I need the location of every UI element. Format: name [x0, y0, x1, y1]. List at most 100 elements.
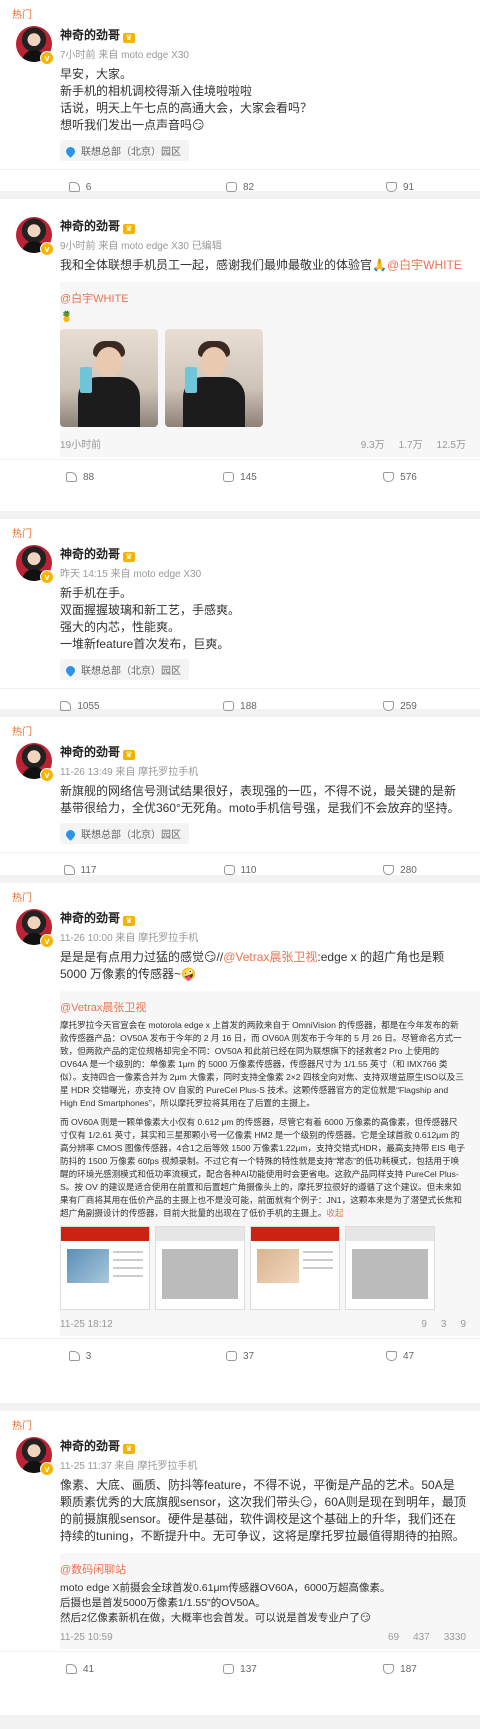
- post-text: 我和全体联想手机员工一起，感谢我们最帅最敬业的体验官🙏@白宇WHITE: [0, 257, 480, 274]
- repost-meta: 11-25 10:59 69 437 3330: [60, 1632, 466, 1643]
- like-count: 576: [400, 471, 417, 483]
- author-name[interactable]: 神奇的劲哥: [60, 219, 120, 233]
- post-meta: 7小时前 来自 moto edge X30: [60, 50, 189, 61]
- repost-photo[interactable]: [155, 1226, 246, 1310]
- mention-link[interactable]: @Vetrax晨张卫视: [223, 950, 317, 964]
- fold-link[interactable]: 收起: [326, 1208, 343, 1218]
- author-name[interactable]: 神奇的劲哥: [60, 745, 120, 759]
- comment-icon: [223, 700, 235, 711]
- post-text: 新手机在手。 双面握握玻璃和新工艺，手感爽。 强大的内芯，性能爽。 一堆新fea…: [0, 585, 480, 653]
- comment-count: 137: [240, 1663, 257, 1675]
- repost-author[interactable]: @白宇WHITE: [60, 290, 466, 306]
- verified-icon: v: [40, 51, 54, 65]
- repost-like-count[interactable]: 12.5万: [437, 436, 466, 451]
- repost-text: 而 OV60A 则是一颗单像素大小仅有 0.612 μm 的传感器，尽管它有着 …: [60, 1116, 466, 1220]
- share-count: 1055: [77, 700, 100, 712]
- action-bar: 3 37 47: [0, 1338, 480, 1373]
- post-header: v 神奇的劲哥 ♛ 7小时前 来自 moto edge X30: [0, 20, 480, 66]
- repost-share-count[interactable]: 9: [421, 1319, 427, 1330]
- share-button[interactable]: 117: [0, 864, 160, 876]
- comment-icon: [225, 181, 237, 192]
- repost-photo[interactable]: [60, 1226, 150, 1310]
- like-count: 187: [400, 1663, 417, 1675]
- repost-photos: [60, 329, 466, 430]
- share-count: 3: [85, 1350, 92, 1362]
- comment-button[interactable]: 188: [160, 700, 320, 712]
- author-name[interactable]: 神奇的劲哥: [60, 547, 120, 561]
- repost-photo[interactable]: [345, 1226, 436, 1310]
- hot-tag: 热门: [12, 1421, 32, 1432]
- share-button[interactable]: 41: [0, 1663, 160, 1675]
- repost-time: 19小时前: [60, 440, 102, 451]
- comment-button[interactable]: 145: [160, 471, 320, 483]
- author-name[interactable]: 神奇的劲哥: [60, 911, 120, 925]
- hot-tag: 热门: [12, 893, 32, 904]
- repost-comment-count[interactable]: 437: [413, 1632, 430, 1643]
- weibo-feed: 热门 v 神奇的劲哥 ♛ 7小时前 来自 moto edge X30 早安，大家。…: [0, 0, 480, 1715]
- like-button[interactable]: 259: [320, 700, 480, 712]
- repost-time: 11-25 10:59: [60, 1632, 113, 1643]
- post-text: 像素、大底、画质、防抖等feature，不得不说，平衡是产品的艺术。50A是颗质…: [0, 1477, 480, 1545]
- share-count: 6: [85, 181, 92, 193]
- repost-like-count[interactable]: 9: [460, 1319, 466, 1330]
- comment-button[interactable]: 110: [160, 864, 320, 876]
- repost-box[interactable]: @白宇WHITE 🍍 19小时前 9.3万 1.7万 12.5万: [60, 282, 480, 457]
- location-tag[interactable]: 联想总部（北京）园区: [60, 140, 189, 161]
- text-content: 我和全体联想手机员工一起，感谢我们最帅最敬业的体验官🙏: [60, 258, 387, 272]
- repost-time: 11-25 18:12: [60, 1319, 113, 1330]
- post-header: v 神奇的劲哥 ♛ 9小时前 来自 moto edge X30 已编辑: [0, 211, 480, 257]
- comment-icon: [223, 471, 235, 482]
- repost-comment-count[interactable]: 3: [441, 1319, 447, 1330]
- location-pin-icon: [64, 664, 77, 677]
- like-button[interactable]: 91: [320, 181, 480, 193]
- post-card: 热门 v 神奇的劲哥 ♛ 7小时前 来自 moto edge X30 早安，大家。…: [0, 0, 480, 193]
- text-line: 新手机在手。: [60, 586, 133, 600]
- comment-count: 145: [240, 471, 257, 483]
- hot-tag: 热门: [12, 727, 32, 738]
- repost-photo[interactable]: [250, 1226, 341, 1310]
- like-button[interactable]: 187: [320, 1663, 480, 1675]
- share-button[interactable]: 88: [0, 471, 160, 483]
- location-tag[interactable]: 联想总部（北京）园区: [60, 659, 189, 680]
- location-pin-icon: [64, 828, 77, 841]
- vip-icon: ♛: [123, 33, 136, 43]
- location-tag[interactable]: 联想总部（北京）园区: [60, 823, 189, 844]
- repost-box[interactable]: @数码闲聊站 moto edge X前摄会全球首发0.61μm传感器OV60A，…: [60, 1553, 480, 1649]
- comment-button[interactable]: 37: [160, 1350, 320, 1362]
- repost-like-count[interactable]: 3330: [444, 1632, 466, 1643]
- vip-icon: ♛: [123, 1444, 136, 1454]
- like-count: 259: [400, 700, 417, 712]
- repost-author[interactable]: @Vetrax晨张卫视: [60, 999, 466, 1015]
- like-button[interactable]: 280: [320, 864, 480, 876]
- location-label: 联想总部（北京）园区: [81, 666, 181, 677]
- repost-text-body: 而 OV60A 则是一颗单像素大小仅有 0.612 μm 的传感器，尽管它有着 …: [60, 1117, 466, 1218]
- post-text: 早安，大家。 新手机的相机调校得渐入佳境啦啦啦 话说，明天上午七点的高通大会，大…: [0, 66, 480, 134]
- like-icon: [385, 181, 397, 192]
- like-button[interactable]: 47: [320, 1350, 480, 1362]
- repost-box[interactable]: @Vetrax晨张卫视 摩托罗拉今天官宣会在 motorola edge x 上…: [60, 991, 480, 1336]
- comment-icon: [225, 1350, 237, 1361]
- repost-comment-count[interactable]: 1.7万: [399, 436, 423, 451]
- repost-share-count[interactable]: 9.3万: [361, 436, 385, 451]
- share-button[interactable]: 3: [0, 1350, 160, 1362]
- post-header: v 神奇的劲哥 ♛ 11-26 13:49 来自 摩托罗拉手机: [0, 737, 480, 783]
- location-label: 联想总部（北京）园区: [81, 830, 181, 841]
- mention-link[interactable]: @白宇WHITE: [387, 258, 462, 272]
- comment-button[interactable]: 82: [160, 181, 320, 193]
- author-name[interactable]: 神奇的劲哥: [60, 1439, 120, 1453]
- like-icon: [383, 700, 395, 711]
- share-button[interactable]: 1055: [0, 700, 160, 712]
- hot-tag: 热门: [12, 529, 32, 540]
- author-name[interactable]: 神奇的劲哥: [60, 28, 120, 42]
- repost-photo[interactable]: [60, 329, 158, 427]
- post-text: 新旗舰的网络信号测试结果很好，表现强的一匹，不得不说，最关键的是新基带很给力，全…: [0, 783, 480, 817]
- like-count: 91: [402, 181, 415, 193]
- share-button[interactable]: 6: [0, 181, 160, 193]
- comment-button[interactable]: 137: [160, 1663, 320, 1675]
- repost-author[interactable]: @数码闲聊站: [60, 1561, 466, 1577]
- comment-icon: [223, 1663, 235, 1674]
- like-button[interactable]: 576: [320, 471, 480, 483]
- repost-share-count[interactable]: 69: [388, 1632, 399, 1643]
- post-card: 热门 v 神奇的劲哥 ♛ 11-26 10:00 来自 摩托罗拉手机 是是是有点用…: [0, 883, 480, 1403]
- repost-photo[interactable]: [165, 329, 264, 427]
